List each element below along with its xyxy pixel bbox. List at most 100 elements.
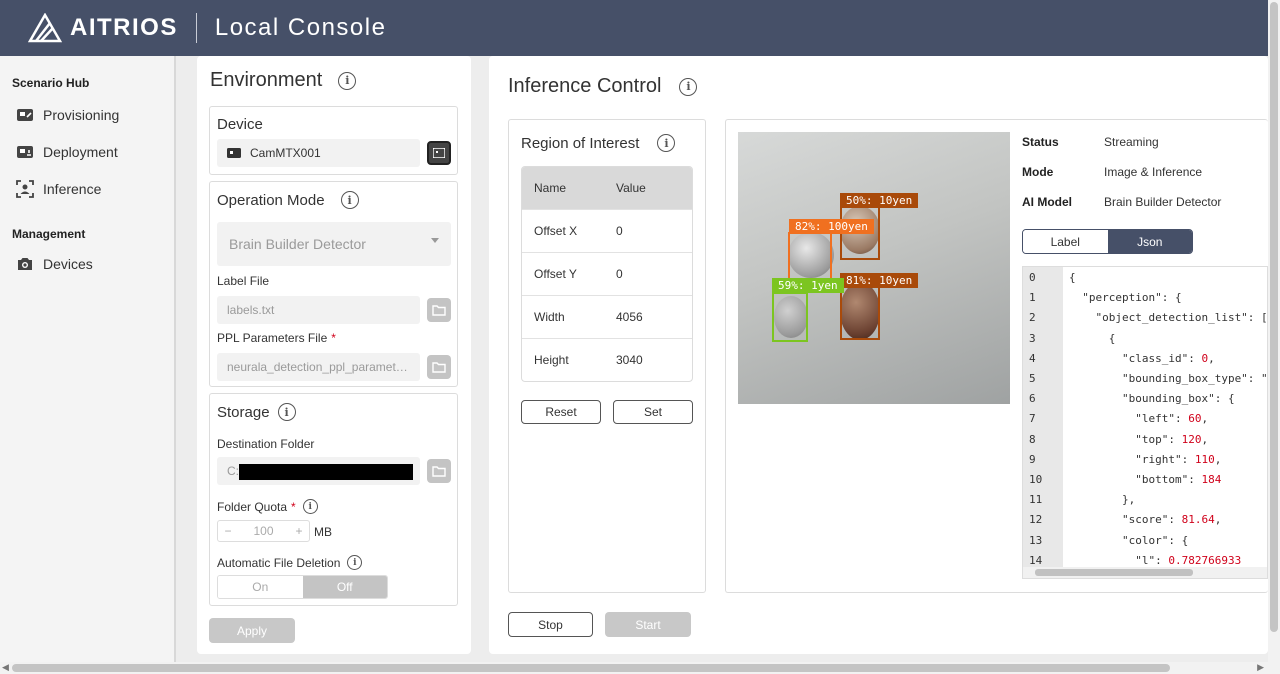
roi-value[interactable]: 0 xyxy=(604,251,692,295)
info-icon[interactable]: i xyxy=(657,134,676,152)
sidebar-item-devices[interactable]: Devices xyxy=(16,245,174,282)
detection-box xyxy=(772,292,808,342)
folder-icon xyxy=(432,361,446,373)
table-row: Height 3040 xyxy=(522,337,692,381)
folder-quota-value[interactable]: 100 xyxy=(238,524,289,538)
detection-box xyxy=(788,232,832,280)
label-file-label: Label File xyxy=(217,274,270,288)
environment-title-row: Environment i xyxy=(210,69,357,92)
ppl-file-browse-button[interactable] xyxy=(427,355,451,379)
operation-mode-title: Operation Mode xyxy=(217,191,325,209)
destination-browse-button[interactable] xyxy=(427,459,451,483)
inference-title-row: Inference Control i xyxy=(508,75,698,98)
json-text: "bottom": xyxy=(1069,473,1202,486)
deployment-icon xyxy=(17,145,33,158)
info-icon[interactable]: i xyxy=(277,403,296,421)
device-icon xyxy=(433,148,445,158)
table-row: Offset X 0 xyxy=(522,208,692,252)
sidebar-item-label: Inference xyxy=(43,180,102,197)
device-picker-button[interactable] xyxy=(427,141,451,165)
roi-table-header: Name Value xyxy=(522,167,692,209)
stop-button[interactable]: Stop xyxy=(508,612,593,637)
json-text: }, xyxy=(1069,493,1136,507)
sidebar-item-provisioning[interactable]: Provisioning xyxy=(16,96,174,133)
increment-button[interactable]: + xyxy=(289,524,309,538)
tab-label[interactable]: Label xyxy=(1023,230,1108,253)
line-number: 9 xyxy=(1029,452,1036,466)
auto-delete-toggle[interactable]: On Off xyxy=(217,575,388,599)
vertical-scrollbar[interactable] xyxy=(1268,0,1280,662)
json-code: "score": 81.64, xyxy=(1069,513,1221,526)
label-file-value: labels.txt xyxy=(227,303,275,317)
line-number: 1 xyxy=(1029,291,1036,305)
model-select-value: Brain Builder Detector xyxy=(229,236,366,252)
sidebar-item-label: Deployment xyxy=(43,143,118,160)
json-viewer[interactable]: 0 {1 "perception": {2 "object_detection_l… xyxy=(1022,266,1268,579)
roi-value[interactable]: 3040 xyxy=(604,337,692,381)
json-text: , xyxy=(1201,412,1209,426)
info-icon[interactable]: i xyxy=(302,499,318,514)
sidebar-item-label: Provisioning xyxy=(43,106,120,123)
json-horizontal-scrollbar[interactable] xyxy=(1023,567,1267,578)
device-select[interactable]: CamMTX001 xyxy=(217,139,420,167)
json-number: 110 xyxy=(1194,452,1215,466)
sidebar-item-label: Devices xyxy=(43,255,93,272)
json-code: "bounding_box": { xyxy=(1069,392,1235,405)
info-icon[interactable]: i xyxy=(340,191,359,209)
model-select[interactable]: Brain Builder Detector xyxy=(217,222,451,266)
folder-quota-stepper[interactable]: − 100 + xyxy=(217,520,310,542)
json-text: , xyxy=(1201,432,1209,446)
info-icon[interactable]: i xyxy=(338,71,357,90)
json-code: "top": 120, xyxy=(1069,433,1208,446)
camera-icon xyxy=(18,257,32,270)
mode-label: Mode xyxy=(1022,165,1054,179)
auto-delete-label-row: Automatic File Deletion i xyxy=(217,555,363,570)
tab-json[interactable]: Json xyxy=(1107,230,1192,253)
reset-button[interactable]: Reset xyxy=(521,400,601,424)
json-code: "object_detection_list": [ xyxy=(1069,311,1267,324)
folder-quota-label-row: Folder Quota * i xyxy=(217,499,318,514)
detection-label: 50%: 10yen xyxy=(840,193,919,208)
roi-value[interactable]: 0 xyxy=(604,208,692,252)
info-icon[interactable]: i xyxy=(347,555,363,570)
view-toggle[interactable]: Label Json xyxy=(1022,229,1193,254)
required-marker: * xyxy=(291,499,296,514)
scrollbar-thumb[interactable] xyxy=(1270,2,1278,632)
sidebar-item-deployment[interactable]: Deployment xyxy=(16,133,174,170)
ppl-file-input[interactable]: neurala_detection_ppl_paramet… xyxy=(217,353,420,381)
apply-button[interactable]: Apply xyxy=(209,618,295,643)
app-title: Local Console xyxy=(214,14,387,41)
label-file-input[interactable]: labels.txt xyxy=(217,296,420,324)
horizontal-scrollbar[interactable]: ◀ ▶ xyxy=(0,662,1280,674)
info-icon[interactable]: i xyxy=(679,77,698,96)
sidebar-item-inference[interactable]: Inference xyxy=(16,170,174,207)
scrollbar-thumb[interactable] xyxy=(1035,569,1193,576)
folder-icon xyxy=(432,304,446,316)
toggle-on[interactable]: On xyxy=(218,576,303,598)
scrollbar-thumb[interactable] xyxy=(12,664,1170,672)
json-text: { xyxy=(1069,331,1116,345)
aitrios-logo-icon xyxy=(28,13,62,43)
inference-icon xyxy=(16,179,34,198)
json-text: "color": { xyxy=(1069,533,1189,547)
scroll-right-icon[interactable]: ▶ xyxy=(1257,662,1264,673)
json-code: { xyxy=(1069,271,1076,284)
start-button[interactable]: Start xyxy=(605,612,691,637)
device-icon xyxy=(227,148,241,158)
toggle-off[interactable]: Off xyxy=(302,576,387,598)
line-number: 13 xyxy=(1029,533,1043,547)
label-file-browse-button[interactable] xyxy=(427,298,451,322)
detection-box xyxy=(840,286,880,340)
json-code: "bottom": 184 xyxy=(1069,473,1221,486)
environment-title: Environment xyxy=(210,69,323,91)
roi-section: Region of Interest i Name Value Offset X… xyxy=(508,119,706,593)
roi-value[interactable]: 4056 xyxy=(604,294,692,338)
destination-folder-input[interactable]: C: xyxy=(217,457,420,485)
storage-title: Storage xyxy=(217,403,270,421)
set-button[interactable]: Set xyxy=(613,400,693,424)
line-number: 14 xyxy=(1029,553,1043,567)
decrement-button[interactable]: − xyxy=(218,524,238,538)
json-code: { xyxy=(1069,331,1116,345)
scroll-left-icon[interactable]: ◀ xyxy=(2,662,9,673)
storage-title-row: Storage i xyxy=(217,403,296,421)
